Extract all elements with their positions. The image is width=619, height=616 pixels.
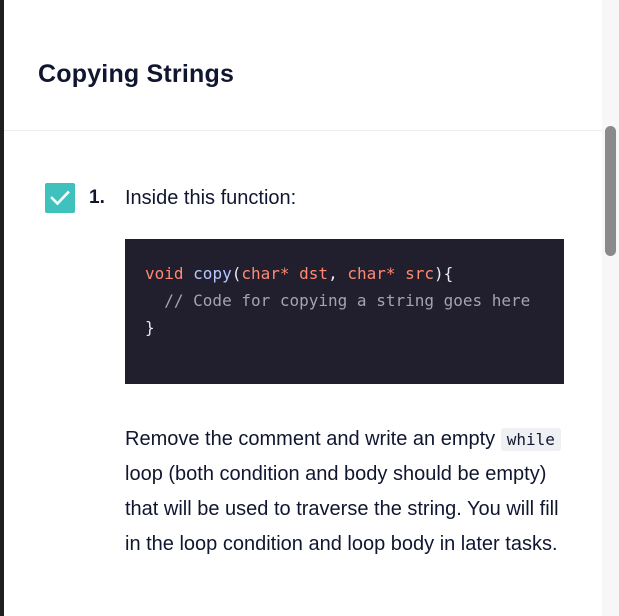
code-line: // Code for copying a string goes here <box>145 287 544 314</box>
description-text-before: Remove the comment and write an empty <box>125 428 501 450</box>
code-token: // Code for copying a string goes here <box>145 291 531 310</box>
code-token: copy <box>193 264 232 283</box>
code-line: } <box>145 314 544 341</box>
code-token: ( <box>231 264 242 283</box>
section-divider <box>4 130 602 131</box>
code-token: char* <box>241 264 290 283</box>
description-text-after: loop (both condition and body should be … <box>125 463 559 555</box>
inline-code: while <box>500 428 561 451</box>
task-checkbox[interactable] <box>45 183 75 213</box>
code-token: char* <box>347 264 396 283</box>
task-number: 1. <box>89 187 105 208</box>
lesson-title: Copying Strings <box>38 60 235 88</box>
task-label: Inside this function: <box>125 187 297 209</box>
task-description: Remove the comment and write an empty wh… <box>125 422 565 562</box>
checkmark-icon <box>50 190 70 206</box>
lesson-panel: Copying Strings 1. Inside this function:… <box>0 0 619 616</box>
code-token: , <box>328 264 348 283</box>
code-token: void <box>145 264 184 283</box>
scrollbar-track[interactable] <box>602 0 619 616</box>
code-token: dst <box>299 264 329 283</box>
code-token: ){ <box>434 264 454 283</box>
scrollbar-thumb[interactable] <box>605 126 616 256</box>
left-panel-border <box>0 0 4 616</box>
code-token: } <box>145 318 155 337</box>
code-block: void copy(char* dst, char* src){ // Code… <box>125 239 564 384</box>
code-line: void copy(char* dst, char* src){ <box>145 260 544 287</box>
code-token: src <box>405 264 435 283</box>
